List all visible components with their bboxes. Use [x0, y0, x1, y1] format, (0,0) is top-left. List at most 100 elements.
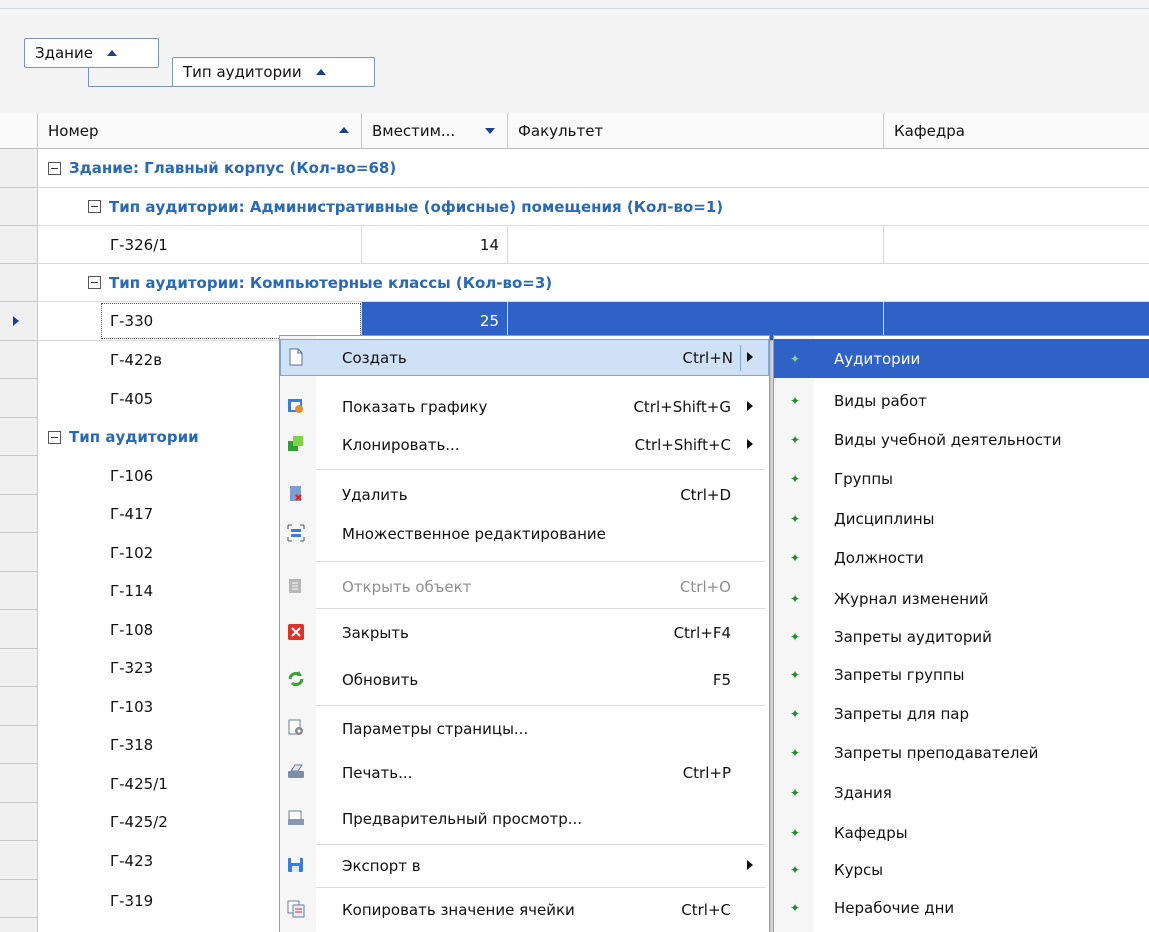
submenu-item[interactable]: ✦ Кафедры — [774, 813, 1149, 852]
submenu-item[interactable]: ✦ Запреты группы — [774, 655, 1149, 694]
row-indicator[interactable] — [0, 687, 38, 726]
sort-ascending-icon — [106, 50, 117, 56]
submenu-item[interactable]: ✦ Журнал изменений — [774, 579, 1149, 618]
menu-item-show-graphics[interactable]: Показать графику Ctrl+Shift+G — [280, 388, 769, 425]
submenu-arrow-icon — [747, 352, 753, 362]
object-star-icon: ✦ — [790, 550, 801, 565]
delete-icon — [287, 485, 305, 503]
object-star-icon: ✦ — [790, 629, 801, 644]
row-indicator[interactable] — [0, 456, 38, 495]
submenu-arrow-icon — [747, 439, 753, 449]
submenu-item[interactable]: ✦ Запреты преподавателей — [774, 733, 1149, 772]
header-indicator-cell — [0, 113, 38, 149]
menu-item-multi-edit[interactable]: Множественное редактирование — [280, 515, 769, 552]
collapse-icon[interactable] — [48, 161, 61, 175]
row-indicator[interactable] — [0, 418, 38, 456]
menu-item-print-preview[interactable]: Предварительный просмотр... — [280, 800, 769, 837]
menu-item-print[interactable]: Печать... Ctrl+P — [280, 754, 769, 791]
sort-ascending-icon — [315, 69, 326, 75]
menu-separator — [316, 887, 765, 888]
column-header-capacity[interactable]: Вместим... — [362, 113, 508, 149]
column-header-label: Номер — [48, 121, 99, 140]
row-indicator[interactable] — [0, 803, 38, 841]
row-indicator[interactable] — [0, 341, 38, 379]
submenu-item[interactable]: ✦ Виды учебной деятельности — [774, 420, 1149, 459]
split-divider — [740, 345, 741, 371]
group-row-building[interactable]: Здание: Главный корпус (Кол-во=68) — [38, 149, 1149, 188]
menu-item-copy-cell[interactable]: Копировать значение ячейки Ctrl+C — [280, 891, 769, 928]
menu-item-open-object[interactable]: Открыть объект Ctrl+O — [280, 568, 769, 605]
submenu-item[interactable]: ✦ Должности — [774, 538, 1149, 577]
column-header-label: Кафедра — [894, 121, 965, 140]
column-header-number[interactable]: Номер — [38, 113, 362, 149]
row-indicator[interactable] — [0, 572, 38, 610]
collapse-icon[interactable] — [88, 200, 101, 213]
row-indicator[interactable] — [0, 841, 38, 880]
submenu-item[interactable]: ✦ Здания — [774, 773, 1149, 812]
group-row-room-type[interactable]: Тип аудитории: Компьютерные классы (Кол-… — [38, 264, 1149, 302]
object-star-icon: ✦ — [790, 706, 801, 721]
group-row-label: Тип аудитории: Административные (офисные… — [109, 197, 724, 216]
submenu-item[interactable]: ✦ Нерабочие дни — [774, 888, 1149, 927]
row-indicator-current[interactable] — [0, 302, 38, 341]
cell-department[interactable] — [884, 226, 1149, 263]
object-star-icon: ✦ — [790, 511, 801, 526]
column-header-faculty[interactable]: Факультет — [508, 113, 884, 149]
row-indicator[interactable] — [0, 379, 38, 418]
menu-item-close[interactable]: Закрыть Ctrl+F4 — [280, 614, 769, 651]
row-indicator[interactable] — [0, 918, 38, 932]
table-row[interactable]: Г-326/1 14 — [38, 226, 1149, 264]
submenu-item[interactable]: ✦ Дисциплины — [774, 499, 1149, 538]
export-icon — [287, 856, 305, 874]
print-icon — [287, 763, 305, 781]
close-icon — [287, 623, 305, 641]
menu-item-page-setup[interactable]: Параметры страницы... — [280, 710, 769, 747]
sort-ascending-icon — [339, 127, 349, 133]
row-indicator[interactable] — [0, 533, 38, 572]
graphics-icon — [287, 397, 305, 415]
row-indicator[interactable] — [0, 495, 38, 533]
object-star-icon: ✦ — [790, 900, 801, 915]
group-row-label: Здание: Главный корпус (Кол-во=68) — [69, 159, 397, 177]
submenu-item[interactable]: ✦ Виды работ — [774, 381, 1149, 420]
row-indicator[interactable] — [0, 880, 38, 918]
menu-item-export[interactable]: Экспорт в — [280, 847, 769, 884]
new-document-icon — [287, 348, 305, 366]
submenu-item[interactable]: ✦ Запреты для пар — [774, 694, 1149, 733]
row-indicator[interactable] — [0, 264, 38, 302]
refresh-icon — [287, 670, 305, 688]
menu-item-create[interactable]: Создать Ctrl+N — [280, 339, 769, 376]
column-header-label: Факультет — [518, 121, 604, 140]
row-indicator[interactable] — [0, 149, 38, 188]
submenu-item[interactable]: ✦ Курсы — [774, 850, 1149, 889]
current-row-icon — [13, 316, 19, 326]
cell-capacity[interactable]: 14 — [362, 226, 508, 263]
menu-item-clone[interactable]: Клонировать... Ctrl+Shift+C — [280, 426, 769, 463]
group-chip-label: Здание — [35, 44, 93, 62]
object-star-icon: ✦ — [790, 471, 801, 486]
menu-item-delete[interactable]: Удалить Ctrl+D — [280, 476, 769, 513]
row-indicator[interactable] — [0, 764, 38, 803]
group-chip-building[interactable]: Здание — [24, 38, 159, 68]
row-indicator[interactable] — [0, 226, 38, 264]
collapse-icon[interactable] — [48, 430, 61, 444]
row-indicator[interactable] — [0, 610, 38, 649]
row-indicator[interactable] — [0, 649, 38, 687]
group-by-panel: Здание Тип аудитории — [0, 0, 1149, 114]
cell-faculty[interactable] — [508, 226, 884, 263]
submenu-item[interactable]: ✦ Группы — [774, 459, 1149, 498]
object-star-icon: ✦ — [790, 825, 801, 840]
column-header-department[interactable]: Кафедра — [884, 113, 1149, 149]
submenu-item[interactable]: ✦ Аудитории — [774, 339, 1149, 378]
submenu-item[interactable]: ✦ Запреты аудиторий — [774, 617, 1149, 656]
cell-number[interactable]: Г-326/1 — [100, 226, 362, 263]
collapse-icon[interactable] — [88, 276, 101, 289]
row-indicator[interactable] — [0, 726, 38, 764]
object-star-icon: ✦ — [790, 351, 801, 366]
menu-separator — [316, 705, 765, 706]
group-row-room-type[interactable]: Тип аудитории: Административные (офисные… — [38, 188, 1149, 226]
group-chip-room-type[interactable]: Тип аудитории — [172, 57, 375, 87]
menu-item-refresh[interactable]: Обновить F5 — [280, 661, 769, 698]
row-indicator[interactable] — [0, 188, 38, 226]
clone-icon — [287, 435, 305, 453]
